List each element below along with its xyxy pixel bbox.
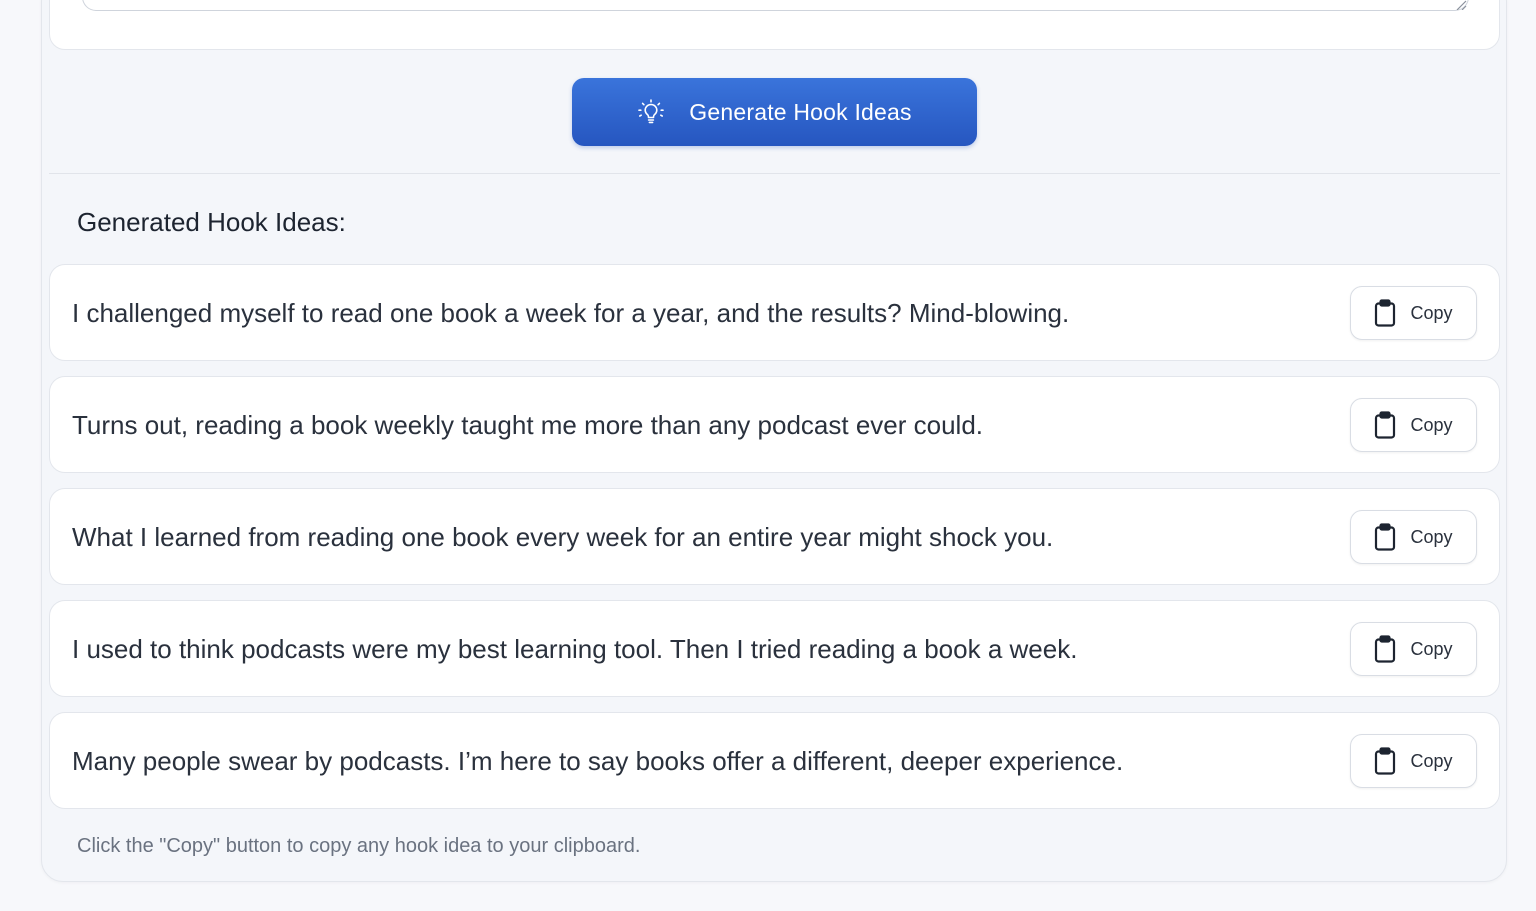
clipboard-icon: [1375, 635, 1396, 663]
clipboard-icon: [1375, 523, 1396, 551]
resize-handle-icon[interactable]: [1455, 0, 1467, 10]
hook-text: Many people swear by podcasts. I’m here …: [72, 745, 1124, 776]
hook-item: I used to think podcasts were my best le…: [49, 600, 1500, 697]
clipboard-icon: [1375, 411, 1396, 439]
section-divider: [49, 173, 1500, 174]
copy-button-label: Copy: [1410, 414, 1453, 435]
hook-item: Many people swear by podcasts. I’m here …: [49, 712, 1500, 809]
copy-button-label: Copy: [1410, 638, 1453, 659]
lightbulb-icon: [638, 99, 665, 124]
clipboard-icon: [1375, 747, 1396, 775]
copy-button[interactable]: Copy: [1350, 398, 1477, 452]
generate-button-label: Generate Hook Ideas: [689, 98, 912, 125]
copy-button-label: Copy: [1410, 750, 1453, 771]
copy-button-label: Copy: [1410, 302, 1453, 323]
hook-item: Turns out, reading a book weekly taught …: [49, 376, 1500, 473]
hook-text: What I learned from reading one book eve…: [72, 521, 1054, 552]
generate-hook-ideas-button[interactable]: Generate Hook Ideas: [572, 78, 977, 146]
hook-text: I challenged myself to read one book a w…: [72, 297, 1070, 328]
generated-hooks-title: Generated Hook Ideas:: [77, 207, 346, 237]
copy-button[interactable]: Copy: [1350, 286, 1477, 340]
hook-text: Turns out, reading a book weekly taught …: [72, 409, 984, 440]
copy-button[interactable]: Copy: [1350, 510, 1477, 564]
topic-textarea[interactable]: [82, 0, 1469, 11]
copy-button[interactable]: Copy: [1350, 622, 1477, 676]
copy-button-label: Copy: [1410, 526, 1453, 547]
copy-hint-note: Click the "Copy" button to copy any hook…: [77, 835, 641, 857]
copy-button[interactable]: Copy: [1350, 734, 1477, 788]
hook-text: I used to think podcasts were my best le…: [72, 633, 1078, 664]
clipboard-icon: [1375, 299, 1396, 327]
hook-item: I challenged myself to read one book a w…: [49, 264, 1500, 361]
hook-list: I challenged myself to read one book a w…: [49, 264, 1500, 824]
hook-item: What I learned from reading one book eve…: [49, 488, 1500, 585]
